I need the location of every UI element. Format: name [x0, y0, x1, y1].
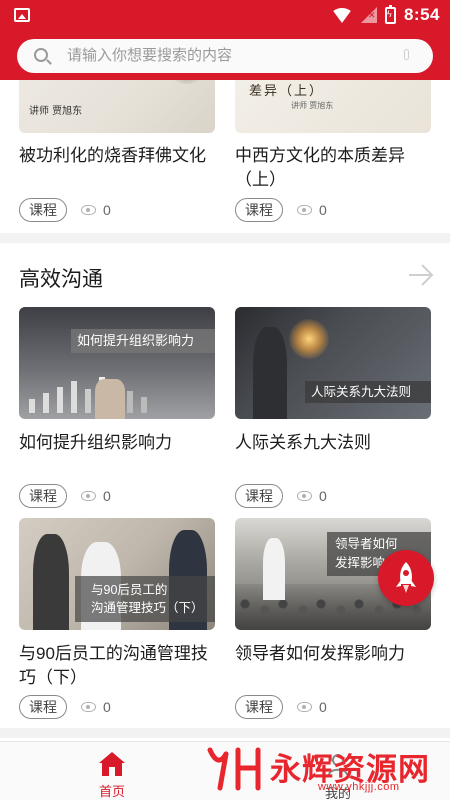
arrow-right-icon[interactable]	[408, 264, 434, 286]
thumbnail-caption: 差异（上）	[249, 84, 325, 99]
watermark-logo	[207, 747, 261, 791]
course-tag: 课程	[235, 695, 283, 719]
image-icon	[14, 8, 30, 22]
search-icon	[34, 48, 48, 62]
section-divider	[0, 233, 450, 243]
app-header	[0, 33, 450, 80]
home-icon	[99, 752, 125, 776]
section-title: 高效沟通	[19, 268, 103, 291]
eye-icon	[297, 491, 312, 501]
course-title[interactable]: 人际关系九大法则	[235, 431, 435, 455]
eye-icon	[297, 702, 312, 712]
course-meta: 课程 0	[19, 695, 111, 719]
eye-icon	[297, 205, 312, 215]
course-title[interactable]: 领导者如何发挥影响力	[235, 642, 435, 666]
thumbnail-banner: 人际关系九大法则	[305, 381, 431, 403]
course-title[interactable]: 与90后员工的沟通管理技巧（下）	[19, 642, 215, 690]
watermark-url: www.yhkjjj.com	[318, 781, 400, 793]
course-tag: 课程	[19, 695, 67, 719]
content-scroll[interactable]: 讲师 贾旭东 被功利化的烧香拜佛文化 课程 0 差异（上） 讲师 贾旭东 中西方…	[0, 80, 450, 740]
view-count: 0	[319, 488, 327, 504]
ink-decoration	[167, 80, 207, 84]
view-count: 0	[103, 699, 111, 715]
eye-icon	[81, 702, 96, 712]
search-bar[interactable]	[17, 39, 433, 73]
view-count: 0	[319, 202, 327, 218]
rocket-icon	[396, 562, 416, 593]
back-to-top-button[interactable]	[378, 550, 434, 606]
glow-decoration	[289, 319, 329, 359]
thumbnail-subcaption: 讲师 贾旭东	[291, 101, 334, 110]
speaker-decoration	[263, 538, 285, 600]
course-thumbnail[interactable]: 讲师 贾旭东	[19, 80, 215, 133]
course-tag: 课程	[19, 198, 67, 222]
course-tag: 课程	[19, 484, 67, 508]
status-bar: ✕ ϟ 8:54	[0, 0, 450, 33]
nav-home-label: 首页	[98, 784, 125, 799]
course-meta: 课程 0	[235, 695, 327, 719]
search-input[interactable]	[67, 39, 397, 73]
course-title[interactable]: 被功利化的烧香拜佛文化	[19, 144, 219, 168]
battery-charging-icon: ϟ	[384, 4, 396, 24]
eye-icon	[81, 205, 96, 215]
course-meta: 课程 0	[19, 484, 111, 508]
view-count: 0	[103, 202, 111, 218]
thumbnail-banner-line: 与90后员工的	[91, 583, 168, 597]
status-time: 8:54	[403, 5, 440, 24]
course-meta: 课程 0	[235, 198, 327, 222]
course-tag: 课程	[235, 484, 283, 508]
course-meta: 课程 0	[235, 484, 327, 508]
status-icons: ✕ ϟ 8:54	[330, 4, 440, 25]
course-title[interactable]: 如何提升组织影响力	[19, 431, 219, 455]
mic-icon[interactable]	[404, 49, 409, 60]
course-title[interactable]: 中西方文化的本质差异（上）	[235, 144, 435, 192]
view-count: 0	[319, 699, 327, 715]
course-thumbnail[interactable]: 差异（上） 讲师 贾旭东	[235, 80, 431, 133]
hand-decoration	[95, 379, 125, 419]
course-thumbnail[interactable]: 与90后员工的 沟通管理技巧（下）	[19, 518, 215, 630]
section-divider	[0, 728, 450, 738]
person-decoration	[33, 534, 69, 630]
wifi-icon	[330, 7, 353, 23]
thumbnail-banner-line: 沟通管理技巧（下）	[91, 601, 204, 615]
signal-off-icon: ✕	[360, 7, 377, 23]
watermark: 永辉资源网 www.yhkjjj.com	[200, 740, 450, 800]
nav-home[interactable]: 首页	[88, 742, 136, 800]
thumbnail-banner: 如何提升组织影响力	[71, 329, 215, 353]
person-decoration	[253, 327, 287, 419]
thumbnail-caption: 讲师 贾旭东	[29, 106, 83, 117]
course-thumbnail[interactable]: 人际关系九大法则	[235, 307, 431, 419]
course-tag: 课程	[235, 198, 283, 222]
course-meta: 课程 0	[19, 198, 111, 222]
thumbnail-banner: 与90后员工的 沟通管理技巧（下）	[75, 576, 215, 622]
eye-icon	[81, 491, 96, 501]
view-count: 0	[103, 488, 111, 504]
course-thumbnail[interactable]: 如何提升组织影响力	[19, 307, 215, 419]
